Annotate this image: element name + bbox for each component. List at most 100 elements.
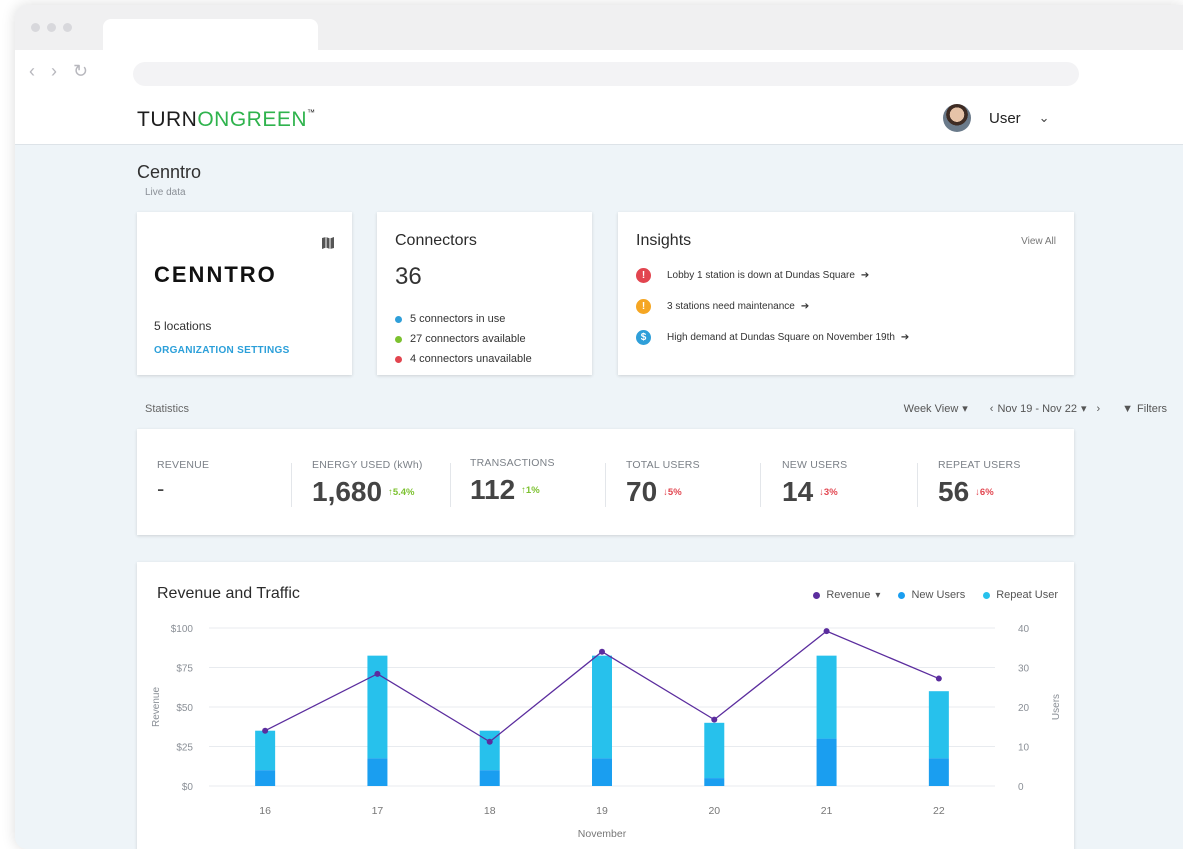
caret-down-icon[interactable]: ▾	[1081, 402, 1087, 415]
metric-label: REVENUE	[157, 459, 210, 471]
filters-button[interactable]: Filters	[1137, 403, 1167, 415]
list-item: 4 connectors unavailable	[395, 349, 532, 369]
bar-new-users	[704, 778, 725, 786]
brand-logo-tm: ™	[307, 108, 316, 117]
divider	[605, 463, 606, 507]
divider	[917, 463, 918, 507]
insight-text: Lobby 1 station is down at Dundas Square	[667, 270, 855, 281]
metric-value: 112	[470, 474, 516, 505]
connector-status-text: 5 connectors in use	[410, 313, 506, 325]
metric-repeat-users: REPEAT USERS 56 ↓6%	[938, 459, 1021, 508]
metric-delta: ↓5%	[663, 486, 682, 498]
metric-value: -	[157, 476, 165, 501]
metric-value: 1,680	[312, 476, 383, 507]
caret-down-icon[interactable]: ▾	[962, 402, 968, 415]
x-tick-label: 18	[484, 805, 496, 817]
bar-repeat-users	[928, 691, 949, 759]
map-icon[interactable]	[321, 236, 335, 250]
list-item: 5 connectors in use	[395, 309, 532, 329]
revenue-point	[711, 716, 718, 723]
chevron-down-icon[interactable]: ⌄	[1039, 110, 1050, 126]
week-view-select[interactable]: Week View	[904, 403, 959, 415]
x-tick-label: 20	[708, 805, 720, 817]
filter-icon[interactable]: ▼	[1122, 403, 1133, 415]
next-range-icon[interactable]: ›	[1096, 403, 1100, 415]
maximize-window-dot[interactable]	[63, 23, 72, 32]
bar-new-users	[592, 758, 612, 786]
brand-logo-suffix: NGREEN	[214, 108, 308, 131]
divider	[291, 463, 292, 507]
metric-value: 70	[626, 476, 658, 507]
statistics-controls: Week View ▾ ‹ Nov 19 - Nov 22 ▾ › ▼ Filt…	[900, 402, 1167, 416]
browser-tab-strip	[15, 5, 1183, 52]
insight-item[interactable]: ! 3 stations need maintenance ➔	[636, 291, 909, 322]
metric-delta: ↑1%	[521, 484, 540, 496]
y-tick-label: $0	[182, 782, 194, 793]
y2-tick-label: 0	[1018, 782, 1024, 793]
metric-value-row: 112 ↑1%	[470, 474, 555, 506]
bar-new-users	[928, 758, 949, 786]
back-icon[interactable]: ‹	[29, 61, 35, 81]
brand-logo-prefix: TURN	[137, 108, 198, 131]
metric-label: ENERGY USED (kWh)	[312, 459, 423, 471]
user-menu[interactable]: User ⌄	[943, 104, 1050, 132]
bar-repeat-users	[255, 730, 276, 771]
arrow-right-icon: ➔	[900, 332, 910, 343]
bar-repeat-users	[816, 655, 837, 739]
divider	[450, 463, 451, 507]
browser-toolbar: ‹ › ↻	[15, 50, 1183, 94]
organization-settings-link[interactable]: ORGANIZATION SETTINGS	[154, 345, 290, 356]
metric-delta: ↓3%	[819, 486, 838, 498]
statistics-card: REVENUE - ENERGY USED (kWh) 1,680 ↑5.4% T…	[137, 429, 1074, 535]
revenue-point	[599, 648, 605, 655]
metric-value-row: 14 ↓3%	[782, 476, 847, 508]
status-dot	[395, 355, 402, 363]
bar-repeat-users	[592, 655, 612, 759]
address-bar[interactable]	[133, 62, 1079, 86]
x-tick-label: 17	[372, 805, 384, 817]
forward-icon[interactable]: ›	[51, 61, 57, 81]
minimize-window-dot[interactable]	[47, 23, 56, 32]
window-controls	[31, 23, 72, 32]
arrow-right-icon: ➔	[800, 301, 810, 312]
y2-tick-label: 30	[1018, 664, 1030, 675]
insight-item[interactable]: $ High demand at Dundas Square on Novemb…	[636, 322, 909, 353]
bar-new-users	[367, 758, 388, 786]
avatar[interactable]	[943, 104, 971, 132]
insight-text: 3 stations need maintenance	[667, 301, 795, 312]
status-dot	[395, 315, 402, 323]
close-window-dot[interactable]	[31, 23, 40, 32]
reload-icon[interactable]: ↻	[73, 61, 88, 81]
previous-range-icon[interactable]: ‹	[990, 403, 994, 415]
statistics-label: Statistics	[145, 403, 190, 415]
organization-logo: CENNTRO	[154, 262, 277, 287]
view-all-link[interactable]: View All	[1021, 236, 1056, 247]
insight-item[interactable]: ! Lobby 1 station is down at Dundas Squa…	[636, 260, 909, 291]
revenue-point	[935, 675, 942, 682]
metric-delta: ↑5.4%	[388, 486, 415, 498]
metric-revenue: REVENUE -	[157, 459, 209, 502]
brand-logo[interactable]: TURNONGREEN™	[137, 108, 316, 132]
date-range-select[interactable]: Nov 19 - Nov 22	[997, 403, 1076, 415]
user-name[interactable]: User	[989, 110, 1021, 127]
warning-icon: !	[636, 299, 651, 314]
connector-status-text: 4 connectors unavailable	[410, 353, 532, 365]
bar-new-users	[816, 738, 837, 786]
status-dot	[395, 335, 402, 343]
y-tick-label: $50	[176, 703, 193, 714]
organization-card: CENNTRO 5 locations ORGANIZATION SETTING…	[137, 212, 352, 375]
brand-logo-o: O	[197, 108, 215, 131]
bar-new-users	[479, 770, 500, 786]
metric-label: TRANSACTIONS	[470, 457, 555, 469]
revenue-point	[486, 738, 493, 745]
x-tick-label: 21	[821, 805, 833, 817]
dollar-icon: $	[636, 330, 651, 345]
browser-tab[interactable]	[103, 19, 318, 52]
metric-new-users: NEW USERS 14 ↓3%	[782, 459, 847, 508]
metric-label: NEW USERS	[782, 459, 848, 471]
metric-delta: ↓6%	[975, 486, 994, 498]
y2-axis-label: Users	[1051, 694, 1062, 720]
revenue-traffic-chart: $0 $25 $50 $75 $100 0 10 20 30 40 Revenue Users Nove…	[151, 624, 1062, 840]
insights-card: Insights View All ! Lobby 1 station is d…	[618, 212, 1074, 375]
y2-tick-label: 10	[1018, 743, 1030, 754]
